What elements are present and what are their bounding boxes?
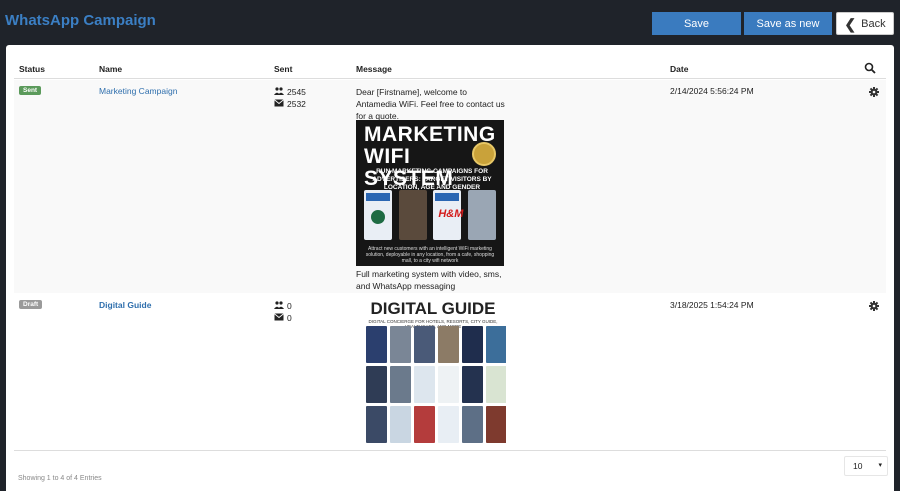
- phone-mockup: [364, 190, 392, 240]
- screenshot-tile: [438, 406, 459, 443]
- phone-mockup: [467, 190, 496, 240]
- message-text: Dear [Firstname], welcome to Antamedia W…: [356, 87, 505, 121]
- campaign-name-link[interactable]: Marketing Campaign: [99, 86, 177, 96]
- phone-mockup: H&M: [433, 190, 463, 240]
- award-seal-icon: [472, 142, 496, 166]
- poster-subtitle: RUN MARKETING CAMPAIGNS FOR ADVERTISERS:…: [372, 168, 492, 191]
- gear-icon[interactable]: [867, 299, 881, 313]
- screenshot-tile: [366, 326, 387, 363]
- sent-counts: 2545 2532: [274, 86, 306, 110]
- status-badge: Sent: [19, 86, 42, 95]
- screenshot-tile: [366, 366, 387, 403]
- sent-users-count: 0: [287, 301, 292, 311]
- sent-counts: 0 0: [274, 300, 292, 324]
- save-as-new-button[interactable]: Save as new: [744, 12, 832, 35]
- digital-guide-poster-image: DIGITAL GUIDE DIGITAL CONCIERGE FOR HOTE…: [360, 300, 506, 444]
- screenshot-tile: [414, 326, 435, 363]
- entries-info: Showing 1 to 4 of 4 Entries: [18, 475, 102, 482]
- users-icon: [274, 86, 287, 98]
- table-header: Status Name Sent Message Date: [14, 59, 886, 79]
- table-divider: [14, 450, 886, 451]
- poster-screenshot-grid: [366, 326, 506, 444]
- top-bar: WhatsApp Campaign Save Save as new ❮ Bac…: [0, 0, 900, 44]
- table-row: Sent Marketing Campaign 2545 2532 Dear […: [14, 80, 886, 293]
- screenshot-tile: [414, 406, 435, 443]
- envelope-icon: [274, 312, 287, 324]
- column-status[interactable]: Status: [19, 64, 45, 74]
- save-button[interactable]: Save: [652, 12, 741, 35]
- column-message[interactable]: Message: [356, 64, 392, 74]
- screenshot-tile: [438, 366, 459, 403]
- sent-messages-count: 2532: [287, 99, 306, 109]
- screenshot-tile: [390, 406, 411, 443]
- chevron-left-icon: ❮: [844, 15, 857, 32]
- screenshot-tile: [486, 326, 506, 363]
- poster-title: DIGITAL GUIDE: [370, 300, 496, 318]
- column-name[interactable]: Name: [99, 64, 122, 74]
- screenshot-tile: [462, 406, 483, 443]
- screenshot-tile: [390, 366, 411, 403]
- screenshot-tile: [462, 366, 483, 403]
- campaign-date: 3/18/2025 1:54:24 PM: [670, 300, 754, 310]
- table-row: Draft Digital Guide 0 0 DIGITAL GUIDE DI…: [14, 294, 886, 450]
- status-badge: Draft: [19, 300, 43, 309]
- campaign-panel: Status Name Sent Message Date Sent Marke…: [6, 45, 894, 491]
- back-button[interactable]: ❮ Back: [836, 12, 894, 35]
- message-text-after: Full marketing system with video, sms, a…: [356, 269, 502, 291]
- poster-footer-text: Attract new customers with an intelligen…: [365, 246, 495, 264]
- column-date[interactable]: Date: [670, 64, 688, 74]
- search-icon[interactable]: [864, 62, 876, 74]
- envelope-icon: [274, 98, 287, 110]
- campaign-date: 2/14/2024 5:56:24 PM: [670, 86, 754, 96]
- page-title: WhatsApp Campaign: [5, 12, 156, 29]
- back-label: Back: [861, 17, 886, 30]
- phone-mockup: [398, 190, 427, 240]
- gear-icon[interactable]: [867, 85, 881, 99]
- screenshot-tile: [366, 406, 387, 443]
- sent-messages-count: 0: [287, 313, 292, 323]
- screenshot-tile: [390, 326, 411, 363]
- screenshot-tile: [462, 326, 483, 363]
- screenshot-tile: [486, 366, 506, 403]
- poster-phone-mockups: H&M: [364, 190, 496, 242]
- marketing-wifi-poster-image: MARKETING WIFI SYSTEM RUN MARKETING CAMP…: [356, 120, 504, 266]
- users-icon: [274, 300, 287, 312]
- sent-users-count: 2545: [287, 87, 306, 97]
- caret-down-icon: ▾: [878, 462, 882, 469]
- column-sent[interactable]: Sent: [274, 64, 292, 74]
- screenshot-tile: [414, 366, 435, 403]
- page-size-select[interactable]: 10 ▾: [844, 456, 888, 476]
- page-size-value: 10: [853, 461, 863, 471]
- screenshot-tile: [438, 326, 459, 363]
- screenshot-tile: [486, 406, 506, 443]
- campaign-name-link[interactable]: Digital Guide: [99, 300, 151, 310]
